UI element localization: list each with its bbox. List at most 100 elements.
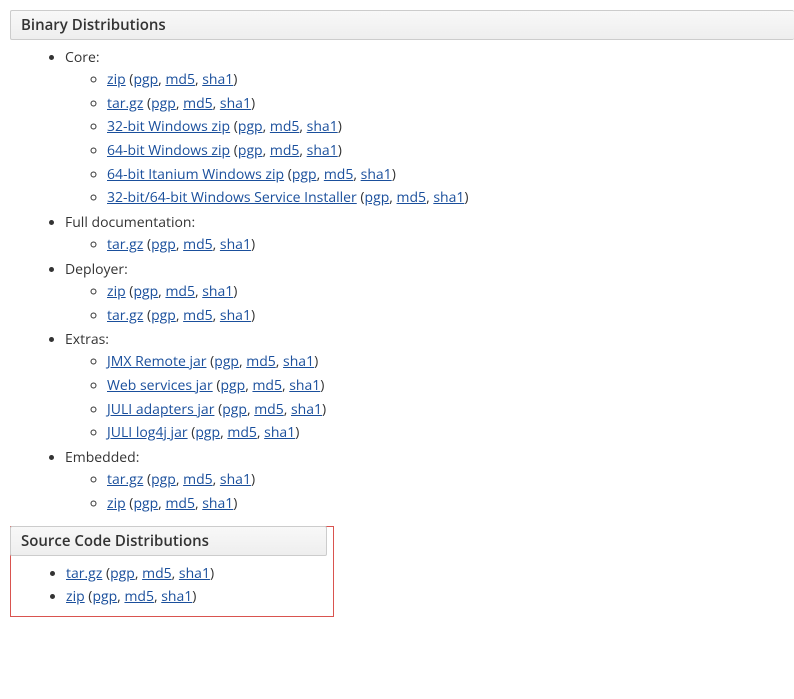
category-file-list: tar.gz (pgp, md5, sha1) <box>65 234 794 256</box>
download-item: JULI log4j jar (pgp, md5, sha1) <box>107 422 794 444</box>
md5-link[interactable]: md5 <box>183 94 213 113</box>
pgp-link[interactable]: pgp <box>222 400 247 419</box>
pgp-link[interactable]: pgp <box>238 117 263 136</box>
download-link[interactable]: 64-bit Itanium Windows zip <box>107 165 284 184</box>
sha1-link[interactable]: sha1 <box>220 94 251 113</box>
download-item: 64-bit Windows zip (pgp, md5, sha1) <box>107 140 794 162</box>
download-link[interactable]: JULI log4j jar <box>107 423 188 442</box>
download-link[interactable]: tar.gz <box>107 470 143 489</box>
binary-distributions-header: Binary Distributions <box>10 10 794 40</box>
md5-link[interactable]: md5 <box>165 282 195 301</box>
download-link[interactable]: zip <box>107 70 126 89</box>
md5-link[interactable]: md5 <box>183 235 213 254</box>
pgp-link[interactable]: pgp <box>133 70 158 89</box>
md5-link[interactable]: md5 <box>246 352 276 371</box>
sha1-link[interactable]: sha1 <box>264 423 295 442</box>
md5-link[interactable]: md5 <box>124 587 154 606</box>
category-file-list: zip (pgp, md5, sha1)tar.gz (pgp, md5, sh… <box>65 69 794 209</box>
pgp-link[interactable]: pgp <box>92 587 117 606</box>
sha1-link[interactable]: sha1 <box>307 117 338 136</box>
sha1-link[interactable]: sha1 <box>202 70 233 89</box>
pgp-link[interactable]: pgp <box>238 141 263 160</box>
md5-link[interactable]: md5 <box>227 423 257 442</box>
md5-link[interactable]: md5 <box>254 400 284 419</box>
download-item: tar.gz (pgp, md5, sha1) <box>107 469 794 491</box>
md5-link[interactable]: md5 <box>165 494 195 513</box>
md5-link[interactable]: md5 <box>270 117 300 136</box>
pgp-link[interactable]: pgp <box>151 235 176 254</box>
sha1-link[interactable]: sha1 <box>433 188 464 207</box>
download-item: zip (pgp, md5, sha1) <box>66 587 327 606</box>
download-link[interactable]: JULI adapters jar <box>107 400 214 419</box>
pgp-link[interactable]: pgp <box>110 564 135 583</box>
download-link[interactable]: zip <box>66 587 85 606</box>
source-distributions-list: tar.gz (pgp, md5, sha1) zip (pgp, md5, sh… <box>11 564 327 606</box>
pgp-link[interactable]: pgp <box>151 470 176 489</box>
download-item: 32-bit Windows zip (pgp, md5, sha1) <box>107 116 794 138</box>
download-item: JMX Remote jar (pgp, md5, sha1) <box>107 351 794 373</box>
sha1-link[interactable]: sha1 <box>283 352 314 371</box>
pgp-link[interactable]: pgp <box>292 165 317 184</box>
download-item: 64-bit Itanium Windows zip (pgp, md5, sh… <box>107 164 794 186</box>
sha1-link[interactable]: sha1 <box>202 282 233 301</box>
md5-link[interactable]: md5 <box>252 376 282 395</box>
download-link[interactable]: tar.gz <box>66 564 102 583</box>
sha1-link[interactable]: sha1 <box>289 376 320 395</box>
pgp-link[interactable]: pgp <box>151 94 176 113</box>
category-file-list: zip (pgp, md5, sha1)tar.gz (pgp, md5, sh… <box>65 281 794 326</box>
category-label: Extras: <box>65 330 109 349</box>
md5-link[interactable]: md5 <box>324 165 354 184</box>
pgp-link[interactable]: pgp <box>133 282 158 301</box>
md5-link[interactable]: md5 <box>183 306 213 325</box>
pgp-link[interactable]: pgp <box>151 306 176 325</box>
sha1-link[interactable]: sha1 <box>307 141 338 160</box>
md5-link[interactable]: md5 <box>142 564 172 583</box>
category-item: Embedded:tar.gz (pgp, md5, sha1)zip (pgp… <box>65 448 794 514</box>
download-link[interactable]: Web services jar <box>107 376 213 395</box>
category-item: Full documentation: tar.gz (pgp, md5, sha… <box>65 213 794 256</box>
source-distributions-header: Source Code Distributions <box>10 526 327 556</box>
sha1-link[interactable]: sha1 <box>202 494 233 513</box>
download-item: Web services jar (pgp, md5, sha1) <box>107 375 794 397</box>
download-link[interactable]: 64-bit Windows zip <box>107 141 230 160</box>
pgp-link[interactable]: pgp <box>133 494 158 513</box>
download-link[interactable]: zip <box>107 494 126 513</box>
sha1-link[interactable]: sha1 <box>361 165 392 184</box>
download-link[interactable]: 32-bit Windows zip <box>107 117 230 136</box>
category-item: Extras:JMX Remote jar (pgp, md5, sha1)We… <box>65 330 794 444</box>
download-item: tar.gz (pgp, md5, sha1) <box>107 234 794 256</box>
download-item: zip (pgp, md5, sha1) <box>107 69 794 91</box>
pgp-link[interactable]: pgp <box>365 188 390 207</box>
source-distributions-box: Source Code Distributions tar.gz (pgp, m… <box>10 526 334 617</box>
pgp-link[interactable]: pgp <box>214 352 239 371</box>
download-link[interactable]: tar.gz <box>107 306 143 325</box>
md5-link[interactable]: md5 <box>397 188 427 207</box>
sha1-link[interactable]: sha1 <box>291 400 322 419</box>
download-link[interactable]: zip <box>107 282 126 301</box>
download-link[interactable]: tar.gz <box>107 94 143 113</box>
download-item: tar.gz (pgp, md5, sha1) <box>107 93 794 115</box>
download-item: zip (pgp, md5, sha1) <box>107 281 794 303</box>
download-item: JULI adapters jar (pgp, md5, sha1) <box>107 399 794 421</box>
md5-link[interactable]: md5 <box>270 141 300 160</box>
md5-link[interactable]: md5 <box>183 470 213 489</box>
sha1-link[interactable]: sha1 <box>220 306 251 325</box>
category-file-list: tar.gz (pgp, md5, sha1)zip (pgp, md5, sh… <box>65 469 794 514</box>
md5-link[interactable]: md5 <box>165 70 195 89</box>
category-item: Deployer:zip (pgp, md5, sha1)tar.gz (pgp… <box>65 260 794 326</box>
sha1-link[interactable]: sha1 <box>220 235 251 254</box>
download-item: tar.gz (pgp, md5, sha1) <box>66 564 327 583</box>
download-link[interactable]: tar.gz <box>107 235 143 254</box>
category-file-list: JMX Remote jar (pgp, md5, sha1)Web servi… <box>65 351 794 444</box>
sha1-link[interactable]: sha1 <box>179 564 210 583</box>
category-label: Embedded: <box>65 448 139 467</box>
sha1-link[interactable]: sha1 <box>220 470 251 489</box>
category-label: Full documentation: <box>65 213 195 232</box>
sha1-link[interactable]: sha1 <box>161 587 192 606</box>
download-link[interactable]: JMX Remote jar <box>107 352 206 371</box>
download-item: tar.gz (pgp, md5, sha1) <box>107 305 794 327</box>
download-link[interactable]: 32-bit/64-bit Windows Service Installer <box>107 188 357 207</box>
category-label: Core: <box>65 48 100 67</box>
pgp-link[interactable]: pgp <box>220 376 245 395</box>
pgp-link[interactable]: pgp <box>195 423 220 442</box>
